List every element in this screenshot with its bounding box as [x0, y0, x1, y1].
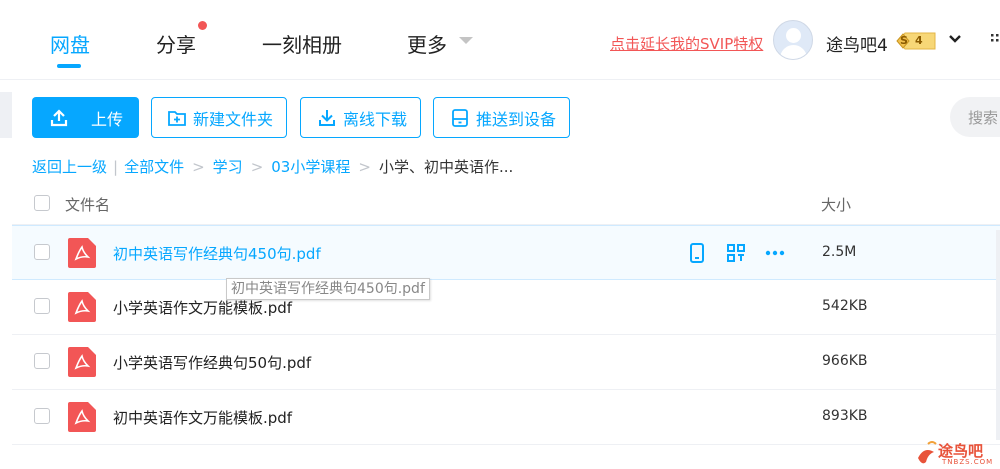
column-header-size[interactable]: 大小: [821, 194, 851, 215]
row-checkbox[interactable]: [34, 244, 50, 260]
share-icon[interactable]: [725, 242, 747, 264]
svip-badge: S 4: [895, 31, 937, 51]
file-list-header: 文件名 大小: [12, 180, 1000, 225]
breadcrumb-back-link[interactable]: 返回上一级: [32, 156, 107, 177]
avatar[interactable]: [773, 20, 813, 60]
table-row[interactable]: 小学英语作文万能模板.pdf 542KB: [12, 280, 1000, 335]
offline-download-button[interactable]: 离线下载: [300, 97, 421, 138]
download-icon: [319, 109, 335, 126]
watermark-subtext: TNBZS.COM: [942, 458, 994, 466]
nav-tab-share[interactable]: 分享: [156, 29, 196, 58]
active-tab-indicator: [57, 64, 81, 68]
table-row[interactable]: 初中英语作文万能模板.pdf 893KB: [12, 390, 1000, 445]
new-folder-button[interactable]: 新建文件夹: [151, 97, 287, 138]
file-size: 542KB: [822, 298, 868, 314]
select-all-checkbox[interactable]: [34, 195, 50, 211]
offline-download-label: 离线下载: [343, 109, 408, 129]
push-to-device-label: 推送到设备: [476, 109, 557, 129]
row-checkbox[interactable]: [34, 408, 50, 424]
nav-tab-more[interactable]: 更多: [407, 29, 447, 58]
phone-push-icon[interactable]: [686, 242, 708, 264]
file-name[interactable]: 小学英语作文万能模板.pdf: [113, 297, 292, 318]
breadcrumb: 返回上一级 | 全部文件 > 学习 > 03小学课程 > 小学、初中英语作...: [32, 156, 513, 177]
table-row[interactable]: 初中英语写作经典句450句.pdf 2.5M: [12, 225, 1000, 280]
file-name[interactable]: 初中英语作文万能模板.pdf: [113, 407, 292, 428]
breadcrumb-study[interactable]: 学习: [213, 156, 243, 177]
new-folder-label: 新建文件夹: [193, 109, 274, 129]
file-size: 966KB: [822, 353, 868, 369]
chevron-down-icon[interactable]: [948, 33, 962, 45]
pdf-file-icon: [68, 238, 96, 268]
caret-down-icon[interactable]: [459, 37, 473, 44]
upload-icon: [50, 108, 68, 126]
pdf-file-icon: [68, 292, 96, 322]
filename-tooltip: 初中英语写作经典句450句.pdf: [226, 278, 430, 300]
pdf-file-icon: [68, 402, 96, 432]
breadcrumb-separator: >: [192, 157, 205, 176]
more-options-icon[interactable]: [764, 242, 786, 264]
search-placeholder: 搜索: [968, 109, 999, 127]
breadcrumb-separator: >: [358, 157, 371, 176]
apps-grid-icon[interactable]: [990, 33, 1000, 47]
breadcrumb-current: 小学、初中英语作...: [378, 158, 514, 176]
upload-label: 上传: [91, 109, 124, 129]
file-size: 893KB: [822, 408, 868, 424]
breadcrumb-primary-course[interactable]: 03小学课程: [271, 156, 350, 177]
column-header-name[interactable]: 文件名: [65, 194, 110, 215]
pdf-file-icon: [68, 347, 96, 377]
folder-add-icon: [168, 110, 186, 126]
file-name[interactable]: 小学英语写作经典句50句.pdf: [113, 352, 311, 373]
breadcrumb-separator: >: [250, 157, 264, 176]
scrollbar-track[interactable]: [996, 230, 1000, 440]
sidebar-edge: [0, 92, 12, 138]
username[interactable]: 途鸟吧4: [826, 31, 888, 56]
top-nav: 网盘 分享 一刻相册 更多 点击延长我的SVIP特权 途鸟吧4 S 4: [0, 0, 1000, 80]
svip-renew-link[interactable]: 点击延长我的SVIP特权: [610, 33, 763, 54]
breadcrumb-all-files[interactable]: 全部文件: [124, 156, 184, 177]
badge-letter: S: [900, 34, 908, 47]
file-size: 2.5M: [822, 244, 857, 260]
notification-dot: [198, 21, 207, 30]
nav-tab-album[interactable]: 一刻相册: [262, 29, 342, 58]
nav-tab-netdisk[interactable]: 网盘: [50, 29, 90, 58]
upload-button[interactable]: 上传: [32, 97, 139, 138]
table-row[interactable]: 小学英语写作经典句50句.pdf 966KB: [12, 335, 1000, 390]
push-to-device-button[interactable]: 推送到设备: [433, 97, 570, 138]
badge-level: 4: [915, 34, 923, 47]
file-name[interactable]: 初中英语写作经典句450句.pdf: [113, 243, 321, 264]
breadcrumb-divider: |: [113, 157, 119, 176]
row-checkbox[interactable]: [34, 298, 50, 314]
device-icon: [452, 108, 468, 127]
row-checkbox[interactable]: [34, 353, 50, 369]
